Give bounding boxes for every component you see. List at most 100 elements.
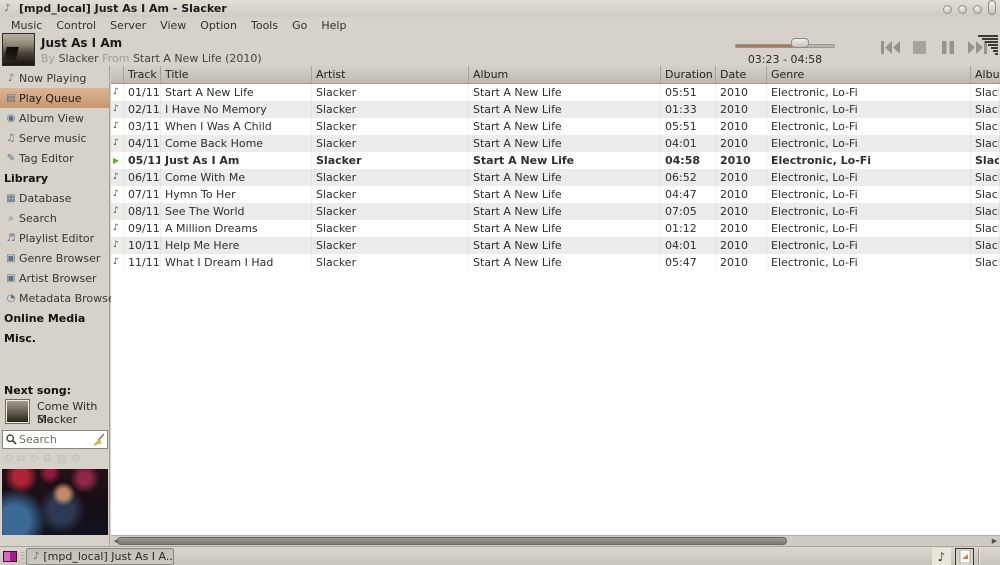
queue-row[interactable]: ▶ 05/11 Just As I Am Slacker Start A New…	[111, 152, 1000, 169]
sidebar-item-metadata-browser[interactable]: ◔ Metadata Browser	[0, 288, 109, 308]
sidebar-item-artist-browser[interactable]: ▣ Artist Browser	[0, 268, 109, 288]
sidebar-item-search[interactable]: ⌕ Search	[0, 208, 109, 228]
seek-slider[interactable]	[735, 41, 835, 51]
tray-separator	[978, 549, 980, 564]
taskbar-handle[interactable]	[21, 552, 24, 561]
cell-album: Start A New Life	[469, 118, 661, 135]
header-track[interactable]: Track	[124, 66, 161, 83]
header-album-artist[interactable]: Albu	[971, 66, 1000, 83]
serve-music-icon: ♫	[3, 133, 19, 144]
queue-row[interactable]: ♪ 01/11 Start A New Life Slacker Start A…	[111, 84, 1000, 101]
queue-table-header: Track Title Artist Album Duration Date G…	[111, 66, 1000, 84]
sidebar-item-tag-editor[interactable]: ✎ Tag Editor	[0, 148, 109, 168]
cell-album: Start A New Life	[469, 84, 661, 101]
sidebar-item-playlist-editor[interactable]: ♬ Playlist Editor	[0, 228, 109, 248]
genre-browser-icon: ▣	[3, 253, 19, 264]
header-album[interactable]: Album	[469, 66, 661, 83]
cell-artist: Slacker	[312, 169, 469, 186]
sidebar-item-database[interactable]: ▦ Database	[0, 188, 109, 208]
play-queue-icon: ▤	[3, 93, 19, 104]
scroll-right-arrow-icon[interactable]: ▶	[989, 536, 1000, 546]
queue-row[interactable]: ♪ 11/11 What I Dream I Had Slacker Start…	[111, 254, 1000, 271]
cell-album_artist: Slack	[971, 118, 1000, 135]
header-duration[interactable]: Duration	[661, 66, 716, 83]
row-state-icon: ♪	[111, 220, 124, 237]
queue-row[interactable]: ♪ 07/11 Hymn To Her Slacker Start A New …	[111, 186, 1000, 203]
clear-broom-icon[interactable]	[93, 433, 105, 446]
sidebar: ♪ Now Playing ▤ Play Queue ◉ Album View …	[0, 66, 110, 546]
previous-button[interactable]	[880, 40, 900, 54]
now-playing-title: Just As I Am	[41, 36, 122, 50]
menu-tools[interactable]: Tools	[244, 19, 285, 32]
volume-icon[interactable]	[978, 35, 998, 61]
maximize-button[interactable]	[958, 5, 967, 14]
output-icon: ▤	[57, 452, 67, 465]
cell-album_artist: Slac	[971, 152, 1000, 169]
header-title[interactable]: Title	[161, 66, 312, 83]
seek-handle[interactable]	[791, 38, 809, 48]
queue-row[interactable]: ♪ 10/11 Help Me Here Slacker Start A New…	[111, 237, 1000, 254]
menu-option[interactable]: Option	[193, 19, 244, 32]
cell-title: Hymn To Her	[161, 186, 312, 203]
header-genre[interactable]: Genre	[767, 66, 971, 83]
cell-date: 2010	[716, 186, 767, 203]
cell-genre: Electronic, Lo-Fi	[767, 135, 971, 152]
sidebar-section-header: Library	[0, 168, 109, 188]
sidebar-item-serve-music[interactable]: ♫ Serve music	[0, 128, 109, 148]
sidebar-item-genre-browser[interactable]: ▣ Genre Browser	[0, 248, 109, 268]
queue-row[interactable]: ♪ 02/11 I Have No Memory Slacker Start A…	[111, 101, 1000, 118]
play-queue-view: Track Title Artist Album Duration Date G…	[111, 66, 1000, 546]
cell-title: A Million Dreams	[161, 220, 312, 237]
menu-go[interactable]: Go	[285, 19, 314, 32]
menu-view[interactable]: View	[153, 19, 193, 32]
header-artist[interactable]: Artist	[312, 66, 469, 83]
cell-artist: Slacker	[312, 135, 469, 152]
cell-album: Start A New Life	[469, 220, 661, 237]
tray-music-note-icon[interactable]: ♪	[932, 548, 951, 565]
now-playing-album-art	[2, 33, 35, 66]
header-date[interactable]: Date	[716, 66, 767, 83]
cell-album: Start A New Life	[469, 135, 661, 152]
cell-duration: 05:51	[661, 84, 716, 101]
database-icon: ▦	[3, 193, 19, 204]
cell-genre: Electronic, Lo-Fi	[767, 203, 971, 220]
cell-date: 2010	[716, 220, 767, 237]
queue-row[interactable]: ♪ 04/11 Come Back Home Slacker Start A N…	[111, 135, 1000, 152]
menu-music[interactable]: Music	[4, 19, 49, 32]
row-state-icon: ♪	[111, 101, 124, 118]
close-button[interactable]	[973, 5, 982, 14]
queue-row[interactable]: ♪ 09/11 A Million Dreams Slacker Start A…	[111, 220, 1000, 237]
app-music-note-icon: ♪	[4, 4, 16, 14]
sidebar-nav: ♪ Now Playing ▤ Play Queue ◉ Album View …	[0, 66, 109, 348]
cell-album_artist: Slack	[971, 203, 1000, 220]
search-input[interactable]	[17, 433, 93, 446]
cell-duration: 04:47	[661, 186, 716, 203]
task-button[interactable]: ♪ [mpd_local] Just As I A...	[26, 548, 174, 565]
album-view-icon: ◉	[3, 113, 19, 124]
sidebar-section-header: Misc.	[0, 328, 109, 348]
sidebar-item-album-view[interactable]: ◉ Album View	[0, 108, 109, 128]
header-state-column[interactable]	[111, 66, 124, 83]
pause-button[interactable]	[938, 40, 958, 54]
queue-row[interactable]: ♪ 03/11 When I Was A Child Slacker Start…	[111, 118, 1000, 135]
minimize-button[interactable]	[943, 5, 952, 14]
menu-server[interactable]: Server	[103, 19, 153, 32]
cell-album: Start A New Life	[469, 254, 661, 271]
sidebar-item-now-playing[interactable]: ♪ Now Playing	[0, 68, 109, 88]
workspace-switcher-icon[interactable]	[3, 551, 17, 562]
horizontal-scrollbar[interactable]: ◀ ▶	[111, 535, 1000, 546]
cell-artist: Slacker	[312, 152, 469, 169]
queue-row[interactable]: ♪ 06/11 Come With Me Slacker Start A New…	[111, 169, 1000, 186]
scrollbar-thumb[interactable]	[117, 537, 787, 545]
stop-button[interactable]	[909, 40, 929, 54]
seek-track[interactable]	[735, 44, 835, 48]
cell-artist: Slacker	[312, 84, 469, 101]
titlebar[interactable]: ♪ [mpd_local] Just As I Am - Slacker	[0, 0, 1000, 17]
cell-album_artist: Slack	[971, 169, 1000, 186]
menu-control[interactable]: Control	[49, 19, 103, 32]
queue-row[interactable]: ♪ 08/11 See The World Slacker Start A Ne…	[111, 203, 1000, 220]
menu-help[interactable]: Help	[314, 19, 353, 32]
sidebar-item-play-queue[interactable]: ▤ Play Queue	[0, 88, 109, 108]
tray-document-icon[interactable]	[955, 548, 974, 565]
system-tray: ♪	[932, 547, 974, 565]
